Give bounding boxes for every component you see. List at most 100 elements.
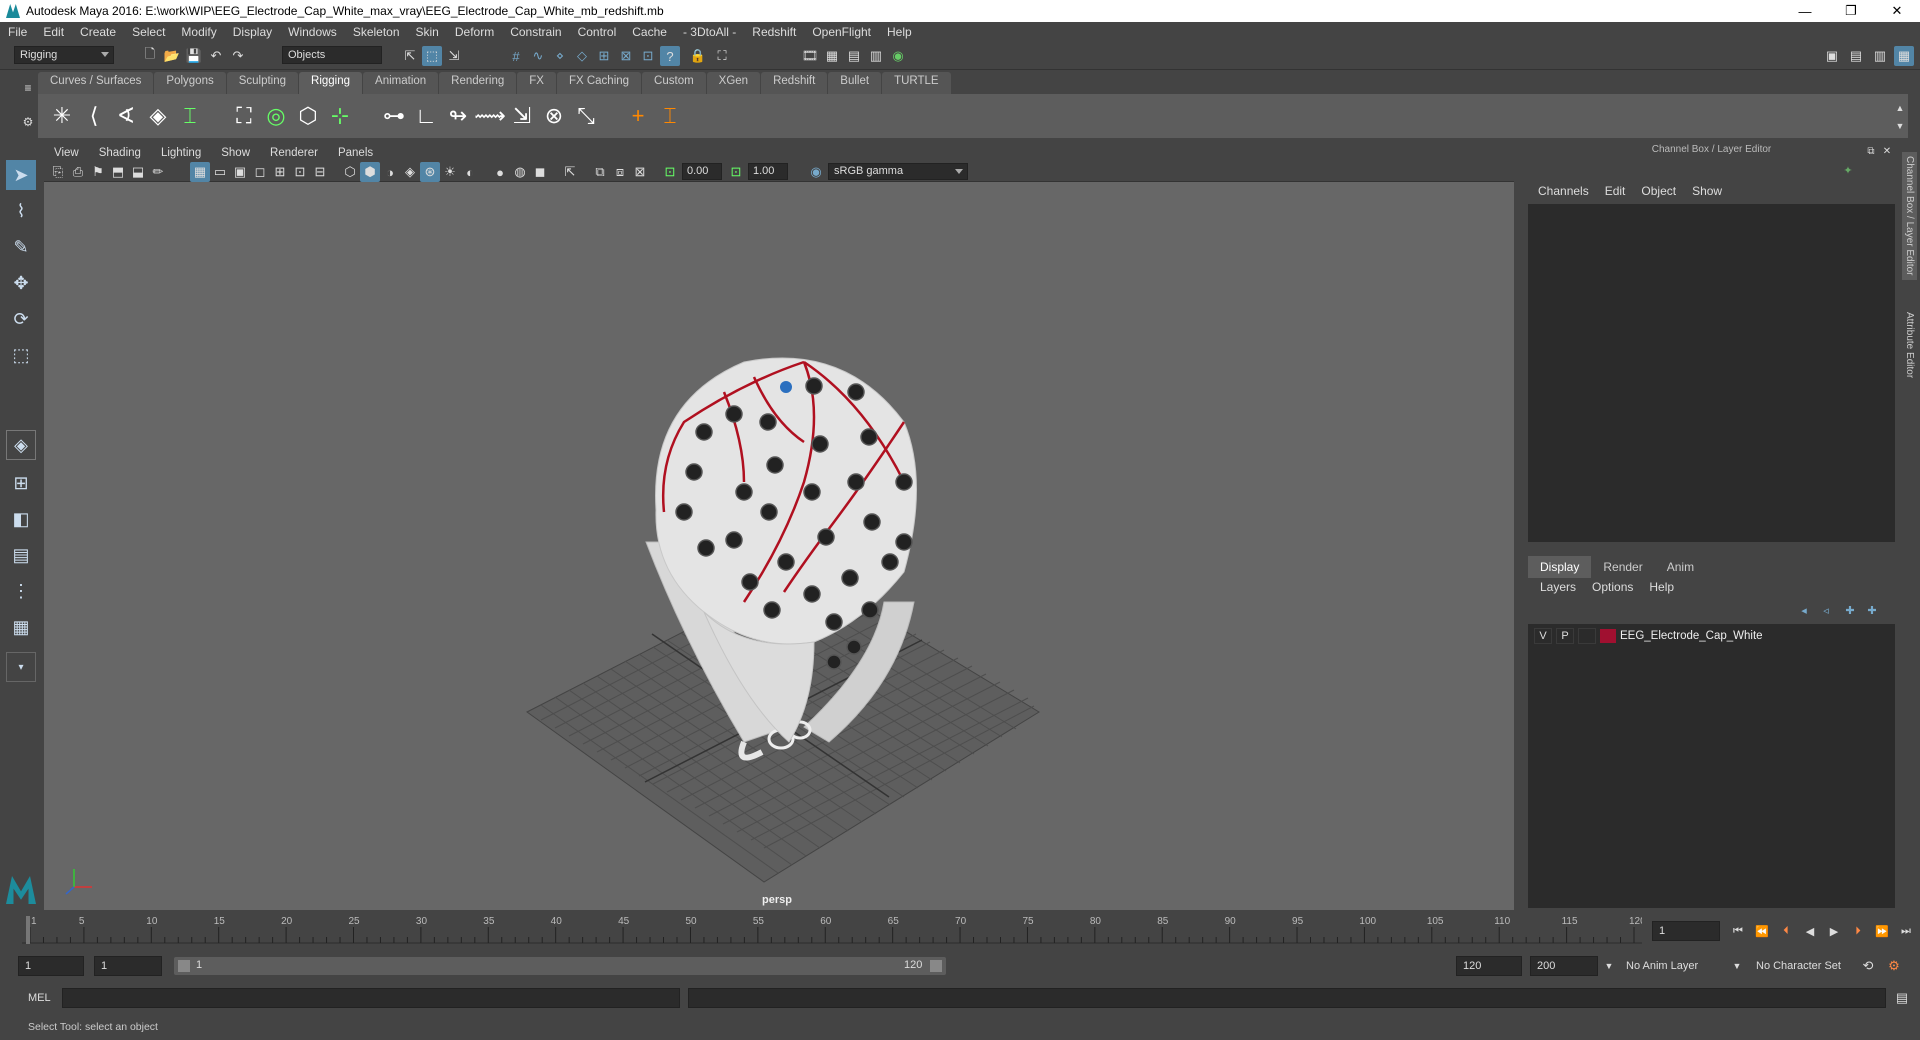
menu-3dtoall[interactable]: - 3DtoAll - — [675, 25, 744, 39]
undo-icon[interactable]: ↶ — [206, 46, 226, 66]
image-plane-icon[interactable]: ⬒ — [108, 162, 128, 182]
current-frame-field[interactable]: 1 — [1652, 921, 1720, 941]
minimize-button[interactable]: — — [1782, 0, 1828, 22]
range-slider[interactable]: 1 120 — [174, 957, 946, 975]
orient-constraint-icon[interactable]: ↬ — [442, 100, 474, 132]
more-layouts-icon[interactable]: ▾ — [6, 652, 36, 682]
scale-constraint-icon[interactable]: ⇲ — [506, 100, 538, 132]
script-editor-icon[interactable]: ▤ — [1892, 988, 1912, 1008]
shelf-tab-bullet[interactable]: Bullet — [828, 72, 882, 94]
move-layer-up-icon[interactable]: ◂ — [1794, 600, 1814, 620]
pole-vector-icon[interactable]: ⊗ — [538, 100, 570, 132]
hypershade-layout-icon[interactable]: ▦ — [6, 612, 36, 642]
step-back-key-icon[interactable]: ⏪ — [1752, 923, 1772, 939]
vertical-tab-channel-box[interactable]: Channel Box / Layer Editor — [1902, 152, 1917, 280]
layer-playback-toggle[interactable]: P — [1556, 628, 1574, 644]
go-to-start-icon[interactable]: ⏮ — [1728, 923, 1748, 939]
layer-name[interactable]: EEG_Electrode_Cap_White — [1620, 630, 1763, 642]
layer-tab-display[interactable]: Display — [1528, 556, 1592, 578]
menu-modify[interactable]: Modify — [173, 25, 224, 39]
soft-select-icon[interactable]: ? — [660, 46, 680, 66]
cb-menu-channels[interactable]: Channels — [1530, 184, 1597, 198]
float-panel-icon[interactable]: ⧉ — [1864, 144, 1878, 158]
select-by-hierarchy-icon[interactable]: ⇱ — [400, 46, 420, 66]
anti-aliasing-icon[interactable]: ◍ — [510, 162, 530, 182]
color-management-icon[interactable]: ◉ — [806, 162, 826, 182]
lock-icon[interactable]: 🔒 — [688, 46, 708, 66]
cb-menu-show[interactable]: Show — [1684, 184, 1730, 198]
joint-tool-icon[interactable]: ✳ — [46, 100, 78, 132]
exposure-field[interactable]: 0.00 — [682, 163, 722, 180]
persp-graph-layout-icon[interactable]: ◧ — [6, 504, 36, 534]
shelf-tab-fx[interactable]: FX — [517, 72, 556, 94]
playback-end-field[interactable]: 120 — [1456, 956, 1522, 976]
four-view-layout-icon[interactable]: ⊞ — [6, 468, 36, 498]
gamma-icon[interactable]: ⊡ — [726, 162, 746, 182]
menu-constrain[interactable]: Constrain — [502, 25, 569, 39]
point-constraint-icon[interactable]: ⊶ — [378, 100, 410, 132]
layer-menu-layers[interactable]: Layers — [1532, 580, 1584, 594]
camera-attributes-icon[interactable]: ⎙ — [68, 162, 88, 182]
menu-set-dropdown[interactable]: Rigging — [14, 46, 114, 64]
shelf-settings-icon[interactable]: ⚙ — [18, 112, 38, 132]
scene-end-field[interactable]: 200 — [1530, 956, 1598, 976]
redo-icon[interactable]: ↷ — [228, 46, 248, 66]
cluster-icon[interactable]: ⊹ — [324, 100, 356, 132]
anim-layer-label[interactable]: No Anim Layer — [1626, 960, 1698, 972]
grid-toggle-icon[interactable]: ▦ — [190, 162, 210, 182]
shelf-menu-icon[interactable]: ≡ — [18, 78, 38, 98]
scene-start-field[interactable]: 1 — [18, 956, 84, 976]
perspective-viewport[interactable]: persp — [44, 182, 1514, 910]
hypershade-icon[interactable]: ◉ — [888, 46, 908, 66]
bookmark-icon[interactable]: ⚑ — [88, 162, 108, 182]
menu-openflight[interactable]: OpenFlight — [804, 25, 879, 39]
viewport-menu-lighting[interactable]: Lighting — [151, 147, 211, 159]
workspace-layout-icon-1[interactable]: ▣ — [1822, 46, 1842, 66]
new-layer-selected-icon[interactable]: ✚ — [1862, 600, 1882, 620]
xray-joints-icon[interactable]: ⧈ — [610, 162, 630, 182]
snap-surface-icon[interactable]: ⊠ — [616, 46, 636, 66]
parent-constraint-icon[interactable]: ⟿ — [474, 100, 506, 132]
move-layer-down-icon[interactable]: ◃ — [1816, 600, 1836, 620]
shelf-tab-sculpting[interactable]: Sculpting — [226, 72, 299, 94]
play-backwards-icon[interactable]: ◀ — [1800, 923, 1820, 939]
shelf-scroll-up-icon[interactable]: ▲ — [1890, 98, 1910, 118]
bind-skin-icon[interactable]: ⛶ — [228, 100, 260, 132]
color-space-dropdown[interactable]: sRGB gamma — [828, 163, 968, 180]
channel-box-area[interactable] — [1528, 204, 1895, 542]
select-by-component-icon[interactable]: ⇲ — [444, 46, 464, 66]
shelf-tab-fx-caching[interactable]: FX Caching — [556, 72, 642, 94]
menu-select[interactable]: Select — [124, 25, 173, 39]
smooth-bind-icon[interactable]: ◎ — [260, 100, 292, 132]
shelf-tab-turtle[interactable]: TURTLE — [882, 72, 951, 94]
snap-curve-icon[interactable]: ∿ — [528, 46, 548, 66]
character-set-label[interactable]: No Character Set — [1756, 960, 1841, 972]
gate-mask-icon[interactable]: ◻ — [250, 162, 270, 182]
range-end-handle[interactable] — [930, 960, 942, 972]
lasso-tool-icon[interactable]: ⌇ — [6, 196, 36, 226]
workspace-layout-icon-2[interactable]: ▤ — [1846, 46, 1866, 66]
cb-menu-object[interactable]: Object — [1633, 184, 1684, 198]
layer-menu-help[interactable]: Help — [1641, 580, 1682, 594]
layer-tab-render[interactable]: Render — [1591, 556, 1654, 578]
textured-icon[interactable]: ◈ — [400, 162, 420, 182]
ipr-render-icon[interactable]: ▤ — [844, 46, 864, 66]
menu-file[interactable]: File — [0, 25, 35, 39]
render-view-icon[interactable]: 🎞 — [800, 46, 820, 66]
wireframe-on-shaded-icon[interactable]: ◑ — [380, 162, 400, 182]
select-by-object-icon[interactable]: ⬚ — [422, 46, 442, 66]
shelf-tab-xgen[interactable]: XGen — [706, 72, 761, 94]
selection-mode-dropdown[interactable]: Objects — [282, 46, 382, 64]
layer-menu-options[interactable]: Options — [1584, 580, 1641, 594]
persp-outliner-layout-icon[interactable]: ▤ — [6, 540, 36, 570]
shelf-tab-rendering[interactable]: Rendering — [439, 72, 517, 94]
construction-history-icon[interactable]: ⛶ — [712, 46, 732, 66]
two-d-pan-icon[interactable]: ⬓ — [128, 162, 148, 182]
menu-skin[interactable]: Skin — [408, 25, 447, 39]
menu-edit[interactable]: Edit — [35, 25, 72, 39]
film-gate-icon[interactable]: ▭ — [210, 162, 230, 182]
locator-icon[interactable]: + — [622, 100, 654, 132]
close-button[interactable]: ✕ — [1874, 0, 1920, 22]
single-perspective-layout-icon[interactable]: ◈ — [6, 430, 36, 460]
layer-color-swatch[interactable] — [1600, 629, 1616, 643]
